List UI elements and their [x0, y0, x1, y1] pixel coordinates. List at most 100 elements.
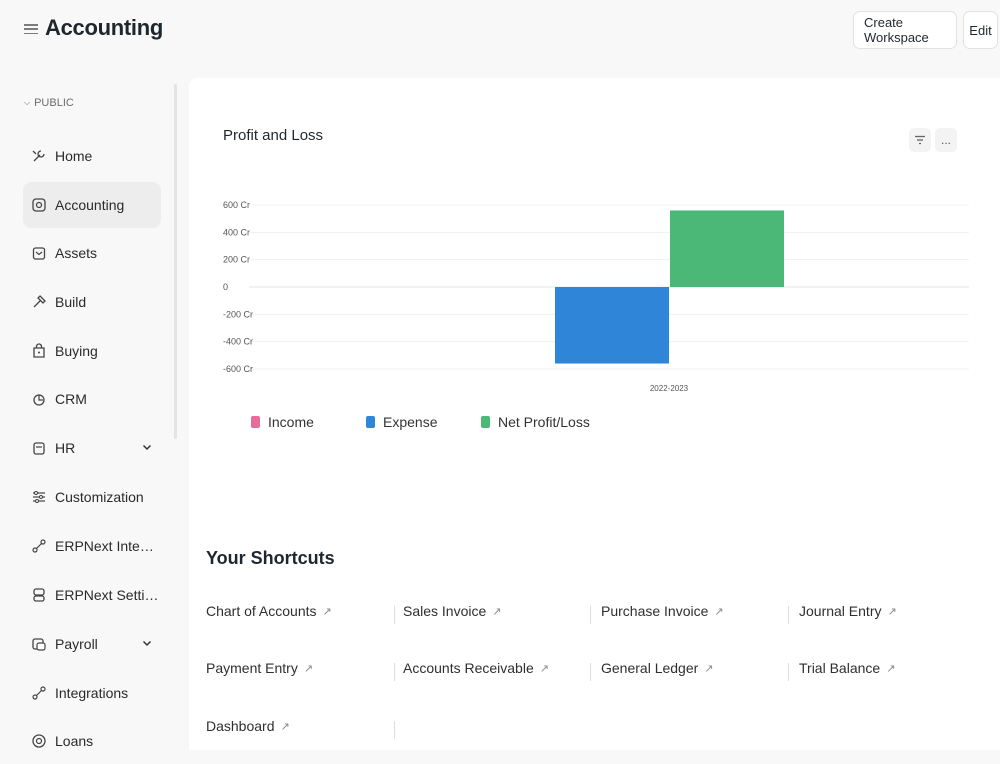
- column-divider: [788, 606, 789, 624]
- external-link-arrow-icon: ↗: [322, 605, 332, 618]
- filter-icon: [915, 135, 925, 145]
- external-link-arrow-icon: ↗: [704, 662, 714, 675]
- sidebar-item-crm[interactable]: CRM: [23, 376, 161, 422]
- legend-label: Expense: [383, 414, 438, 430]
- more-options-button[interactable]: ...: [935, 128, 957, 152]
- sidebar-item-label: Build: [55, 294, 87, 310]
- sidebar-item-home[interactable]: Home: [23, 133, 161, 179]
- bar-expense[interactable]: [555, 287, 669, 364]
- shortcut-trial-balance[interactable]: Trial Balance ↗: [799, 660, 895, 676]
- sidebar-item-integrations[interactable]: Integrations: [23, 670, 161, 716]
- legend-label: Net Profit/Loss: [498, 414, 590, 430]
- shortcut-payment-entry[interactable]: Payment Entry ↗: [206, 660, 313, 676]
- sidebar-item-label: ERPNext Integratio...: [55, 538, 161, 554]
- shortcut-accounts-receivable[interactable]: Accounts Receivable ↗: [403, 660, 549, 676]
- shortcut-label: Purchase Invoice: [601, 603, 709, 619]
- chart-title: Profit and Loss: [223, 127, 324, 144]
- legend-swatch: [366, 416, 375, 428]
- chevron-down-icon[interactable]: [141, 636, 153, 648]
- top-bar: Accounting Create Workspace Edit: [0, 0, 1000, 62]
- main-content: Profit and Loss ... 600 Cr 400 Cr 200 Cr 0 -…: [189, 78, 1000, 750]
- sidebar-item-build[interactable]: Build: [23, 279, 161, 325]
- sidebar-item-label: Accounting: [55, 197, 125, 213]
- sidebar-item-accounting[interactable]: Accounting: [23, 182, 161, 228]
- y-tick-label: 200 Cr: [223, 255, 250, 265]
- shortcut-general-ledger[interactable]: General Ledger ↗: [601, 660, 714, 676]
- shortcut-chart-of-accounts[interactable]: Chart of Accounts ↗: [206, 603, 332, 619]
- external-link-arrow-icon: ↗: [539, 662, 549, 675]
- y-tick-label: 400 Cr: [223, 227, 250, 237]
- shortcut-sales-invoice[interactable]: Sales Invoice ↗: [403, 603, 502, 619]
- profit-loss-chart: 600 Cr 400 Cr 200 Cr 0 -200 Cr -400 Cr -600 Cr…: [223, 200, 969, 393]
- section-label: PUBLIC: [34, 97, 74, 109]
- y-tick-label: -200 Cr: [223, 309, 253, 319]
- shortcut-label: Journal Entry: [799, 603, 882, 619]
- filter-button[interactable]: [909, 128, 931, 152]
- shortcut-label: General Ledger: [601, 660, 699, 676]
- loans-icon: [31, 733, 47, 749]
- sidebar-section-public[interactable]: ⌵ PUBLIC: [24, 97, 74, 109]
- chevron-down-icon[interactable]: [141, 440, 153, 452]
- crm-icon: [31, 391, 47, 407]
- hamburger-menu-icon[interactable]: [24, 22, 38, 36]
- sidebar-item-customization[interactable]: Customization: [23, 474, 161, 520]
- x-tick-label: 2022-2023: [650, 384, 689, 393]
- shortcut-dashboard[interactable]: Dashboard ↗: [206, 718, 290, 734]
- sidebar-item-label: ERPNext Settings: [55, 587, 161, 603]
- sidebar-item-loans[interactable]: Loans: [23, 718, 161, 764]
- sidebar-item-label: Assets: [55, 245, 98, 261]
- create-workspace-button[interactable]: Create Workspace: [853, 11, 957, 49]
- shortcut-label: Trial Balance: [799, 660, 881, 676]
- shortcut-label: Accounts Receivable: [403, 660, 534, 676]
- edit-button[interactable]: Edit: [963, 11, 998, 49]
- legend-item-net-profit-loss[interactable]: Net Profit/Loss: [481, 414, 601, 430]
- legend-label: Income: [268, 414, 314, 430]
- legend-item-income[interactable]: Income: [251, 414, 366, 430]
- build-icon: [31, 294, 47, 310]
- payroll-icon: [31, 636, 47, 652]
- customization-icon: [31, 489, 47, 505]
- tools-icon: [31, 148, 47, 164]
- sidebar-item-label: CRM: [55, 391, 87, 407]
- accounting-icon: [31, 197, 47, 213]
- sidebar-item-erpnext-integratio[interactable]: ERPNext Integratio...: [23, 523, 161, 569]
- y-tick-label: -600 Cr: [223, 364, 253, 374]
- sidebar-item-label: Payroll: [55, 636, 98, 652]
- external-link-arrow-icon: ↗: [303, 662, 314, 675]
- hr-icon: [31, 440, 47, 456]
- bar-net-profit-loss[interactable]: [670, 210, 784, 287]
- column-divider: [394, 606, 395, 624]
- sidebar: ⌵ PUBLIC Home Accounting Assets Build Buying…: [0, 62, 180, 750]
- column-divider: [590, 606, 591, 624]
- shortcut-label: Chart of Accounts: [206, 603, 317, 619]
- sidebar-item-label: Home: [55, 148, 93, 164]
- column-divider: [394, 663, 395, 681]
- sidebar-item-label: HR: [55, 440, 76, 456]
- sidebar-item-assets[interactable]: Assets: [23, 230, 161, 276]
- chevron-down-icon: ⌵: [24, 98, 31, 107]
- sidebar-item-hr[interactable]: HR: [23, 425, 161, 471]
- sidebar-item-erpnext-settings[interactable]: ERPNext Settings: [23, 572, 161, 618]
- legend-swatch: [481, 416, 490, 428]
- shortcut-label: Dashboard: [206, 718, 275, 734]
- y-tick-label: -400 Cr: [223, 337, 253, 347]
- sidebar-item-payroll[interactable]: Payroll: [23, 621, 161, 667]
- column-divider: [590, 663, 591, 681]
- column-divider: [788, 663, 789, 681]
- shortcut-purchase-invoice[interactable]: Purchase Invoice ↗: [601, 603, 724, 619]
- buying-icon: [31, 343, 47, 359]
- page-title: Accounting: [45, 15, 163, 40]
- shortcuts-heading: Your Shortcuts: [206, 548, 335, 568]
- chart-legend: Income Expense Net Profit/Loss: [251, 414, 601, 430]
- sidebar-scrollbar[interactable]: [174, 84, 177, 439]
- sidebar-item-label: Loans: [55, 733, 94, 749]
- external-link-arrow-icon: ↗: [492, 605, 502, 618]
- sidebar-item-buying[interactable]: Buying: [23, 328, 161, 374]
- settings-icon: [31, 587, 47, 603]
- integration-icon: [31, 538, 47, 554]
- y-tick-label: 600 Cr: [223, 200, 250, 210]
- sidebar-item-label: Customization: [55, 489, 144, 505]
- assets-icon: [31, 245, 47, 261]
- shortcut-journal-entry[interactable]: Journal Entry ↗: [799, 603, 897, 619]
- legend-item-expense[interactable]: Expense: [366, 414, 481, 430]
